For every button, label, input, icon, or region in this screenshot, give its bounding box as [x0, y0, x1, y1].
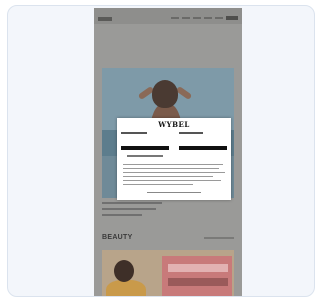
nav-item[interactable]	[193, 17, 201, 19]
consent-text-line	[123, 164, 223, 165]
shelf	[162, 256, 232, 296]
subscribe-consent-button[interactable]	[179, 146, 227, 150]
subscribe-button[interactable]	[226, 16, 238, 20]
consent-footer-links[interactable]	[147, 192, 201, 193]
consent-text-line	[123, 172, 225, 173]
nav-item[interactable]	[182, 17, 190, 19]
consent-text-line	[123, 176, 213, 177]
caption-line[interactable]	[102, 208, 156, 210]
beauty-see-all-link[interactable]	[204, 237, 234, 239]
person-head	[114, 260, 134, 282]
dialog-brand-logo: WYBEL	[158, 120, 190, 129]
site-nav	[171, 16, 238, 20]
preview-card: BEAUTY WYBEL	[7, 5, 315, 297]
caption-line[interactable]	[102, 214, 142, 216]
shelf-row	[168, 278, 228, 286]
site-header	[94, 8, 242, 24]
consent-text-line	[123, 184, 193, 185]
consent-text-line	[123, 180, 221, 181]
person-shirt	[106, 280, 146, 296]
beauty-section-heading: BEAUTY	[102, 234, 133, 241]
nav-item[interactable]	[171, 17, 179, 19]
nav-item[interactable]	[204, 17, 212, 19]
hero-person-head	[152, 80, 178, 108]
consent-text-line	[123, 168, 219, 169]
consent-column-heading	[179, 132, 203, 134]
site-logo[interactable]	[98, 17, 112, 21]
manage-options-link[interactable]	[127, 155, 163, 157]
beauty-article-image[interactable]	[102, 250, 234, 296]
article-captions	[102, 198, 234, 216]
shelf-row	[168, 264, 228, 272]
accept-button[interactable]	[121, 146, 169, 150]
consent-column-heading	[121, 132, 147, 134]
nav-item[interactable]	[215, 17, 223, 19]
caption-line[interactable]	[102, 202, 162, 204]
cookie-consent-dialog: WYBEL	[117, 118, 231, 200]
